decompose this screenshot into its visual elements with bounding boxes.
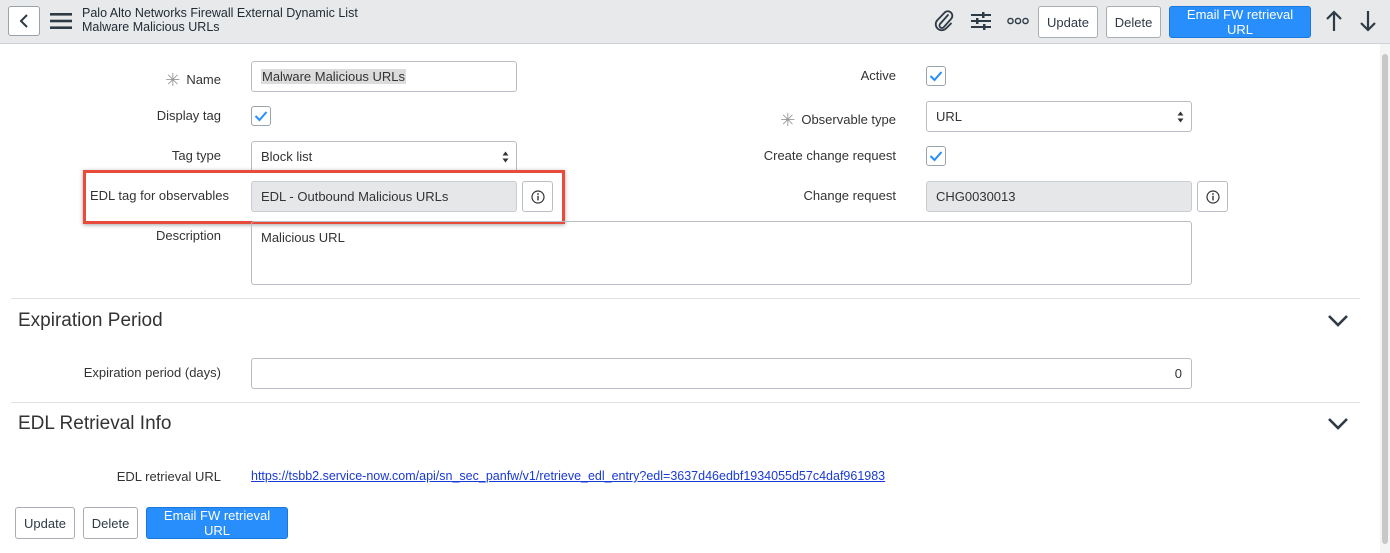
expiration-period-label: Expiration period (days) xyxy=(83,365,221,380)
change-request-value: CHG0030013 xyxy=(936,189,1016,204)
name-value: Malware Malicious URLs xyxy=(261,69,407,84)
description-textarea[interactable]: Malicious URL xyxy=(251,221,1192,285)
expiration-period-input[interactable]: 0 xyxy=(251,358,1192,389)
footer-email-retrieval-url-button[interactable]: Email FW retrieval URL xyxy=(146,507,288,539)
expiration-section-title: Expiration Period xyxy=(18,310,163,331)
observable-type-label: ✳ Observable type xyxy=(780,110,896,130)
highlight-annotation-box xyxy=(83,170,565,224)
checkmark-icon xyxy=(254,111,268,122)
info-icon xyxy=(1205,189,1220,204)
select-arrows-icon xyxy=(502,151,509,163)
more-icon[interactable] xyxy=(1006,10,1030,32)
header-email-retrieval-url-button[interactable]: Email FW retrieval URL xyxy=(1169,6,1311,38)
scrollbar-thumb[interactable] xyxy=(1382,54,1388,544)
create-change-request-checkbox[interactable] xyxy=(926,146,946,166)
footer-delete-button[interactable]: Delete xyxy=(83,507,138,539)
change-request-info-button[interactable] xyxy=(1197,181,1228,212)
back-icon xyxy=(19,14,28,28)
back-button[interactable] xyxy=(8,6,40,36)
observable-type-value: URL xyxy=(936,109,963,124)
change-request-input[interactable]: CHG0030013 xyxy=(926,181,1192,212)
header-delete-button[interactable]: Delete xyxy=(1106,6,1161,38)
arrow-down-icon[interactable] xyxy=(1357,10,1379,32)
record-title: Malware Malicious URLs xyxy=(82,20,220,34)
observable-type-select[interactable]: URL xyxy=(926,101,1192,132)
tag-type-select[interactable]: Block list xyxy=(251,141,517,172)
display-tag-label: Display tag xyxy=(156,108,221,123)
chevron-down-icon[interactable] xyxy=(1326,313,1350,329)
chevron-down-icon[interactable] xyxy=(1326,416,1350,432)
edl-retrieval-url-label: EDL retrieval URL xyxy=(116,469,221,484)
attachment-icon[interactable] xyxy=(933,10,955,32)
active-checkbox[interactable] xyxy=(926,66,946,86)
change-request-label: Change request xyxy=(803,188,896,203)
form-header: Palo Alto Networks Firewall External Dyn… xyxy=(0,0,1390,44)
header-title-block: Palo Alto Networks Firewall External Dyn… xyxy=(82,6,358,34)
required-asterisk-icon: ✳ xyxy=(165,70,181,90)
select-arrows-icon xyxy=(1177,111,1184,123)
expiration-period-value: 0 xyxy=(1174,366,1182,381)
display-tag-checkbox[interactable] xyxy=(251,106,271,126)
section-divider xyxy=(11,298,1360,299)
active-label: Active xyxy=(860,68,896,83)
description-label: Description xyxy=(155,228,221,243)
name-label: ✳ Name xyxy=(165,70,221,90)
checkmark-icon xyxy=(929,71,943,82)
section-divider xyxy=(11,402,1360,403)
arrow-up-icon[interactable] xyxy=(1323,10,1345,32)
checkmark-icon xyxy=(929,151,943,162)
required-asterisk-icon: ✳ xyxy=(780,110,796,130)
header-update-button[interactable]: Update xyxy=(1038,6,1098,38)
table-title: Palo Alto Networks Firewall External Dyn… xyxy=(82,6,358,20)
menu-icon[interactable] xyxy=(50,11,72,31)
name-input[interactable]: Malware Malicious URLs xyxy=(251,61,517,92)
edl-retrieval-url-link[interactable]: https://tsbb2.service-now.com/api/sn_sec… xyxy=(251,469,885,483)
edl-retrieval-section-title: EDL Retrieval Info xyxy=(18,413,172,434)
tag-type-label: Tag type xyxy=(171,148,221,163)
settings-sliders-icon[interactable] xyxy=(969,10,993,32)
tag-type-value: Block list xyxy=(261,149,313,164)
create-change-request-label: Create change request xyxy=(763,148,896,163)
footer-update-button[interactable]: Update xyxy=(15,507,75,539)
